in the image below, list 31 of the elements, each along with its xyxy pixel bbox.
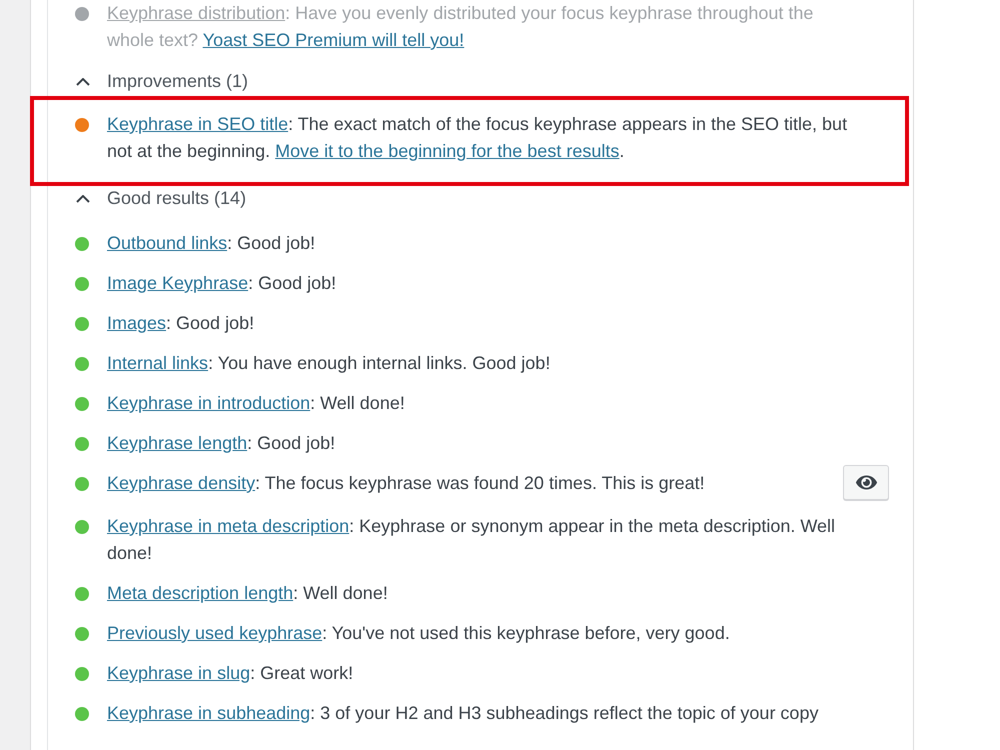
assessment-link[interactable]: Internal links (107, 353, 208, 373)
section-toggle[interactable]: Good results (14) (70, 185, 246, 212)
assessment-text: Keyphrase distribution: Have you evenly distributed your focus keyphrase throughout the whole text? Yoast SEO Premium will tell you! (107, 2, 814, 52)
assessment-link[interactable]: Image Keyphrase (107, 273, 248, 293)
assessment-text: Keyphrase density: The focus keyphrase was found 20 times. This is great! (107, 472, 706, 495)
assessment-link[interactable]: Move it to the beginning for the best results (275, 141, 620, 161)
assessment-link[interactable]: Outbound links (107, 233, 228, 253)
assessment-link[interactable]: Keyphrase in slug (107, 663, 250, 683)
assessment-link[interactable]: Keyphrase in introduction (107, 393, 310, 413)
assessment-text: Meta description length: Well done! (107, 582, 389, 605)
assessment-link[interactable]: Meta description length (107, 583, 294, 603)
section-toggle[interactable]: Improvements (1) (70, 68, 248, 95)
highlight-toggle-button[interactable] (843, 465, 889, 500)
assessment-link[interactable]: Images (107, 313, 166, 333)
assessment-text: Keyphrase length: Good job! (107, 432, 336, 455)
assessment-link[interactable]: Keyphrase in meta description (107, 516, 350, 536)
assessment-text: Keyphrase in subheading: 3 of your H2 and H3 subheadings reflect the topic of your copy (107, 702, 820, 725)
assessment-text: Image Keyphrase: Good job! (107, 272, 338, 295)
assessment-text: Previously used keyphrase: You've not used this keyphrase before, very good. (107, 622, 731, 645)
assessment-link[interactable]: Previously used keyphrase (107, 623, 322, 643)
assessment-link[interactable]: Keyphrase in subheading (107, 703, 310, 723)
assessment-text: Keyphrase in introduction: Well done! (107, 392, 406, 415)
assessment-link[interactable]: Keyphrase density (107, 473, 256, 493)
assessment-text: Internal links: You have enough internal links. Good job! (107, 352, 552, 375)
assessment-link[interactable]: Keyphrase length (107, 433, 248, 453)
assessment-text: Images: Good job! (107, 312, 256, 335)
assessment-text: Outbound links: Good job! (107, 232, 316, 255)
assessment-text: Keyphrase in SEO title: The exact match of the focus keyphrase appears in the SEO title, but not at the beginning. Move it to the beginning for the best results. (107, 113, 848, 163)
assessment-text: Keyphrase in meta description: Keyphrase or synonym appear in the meta description. Well done! (107, 515, 836, 565)
assessment-text: Keyphrase in slug: Great work! (107, 662, 354, 685)
assessment-link[interactable]: Keyphrase in SEO title (107, 114, 288, 134)
